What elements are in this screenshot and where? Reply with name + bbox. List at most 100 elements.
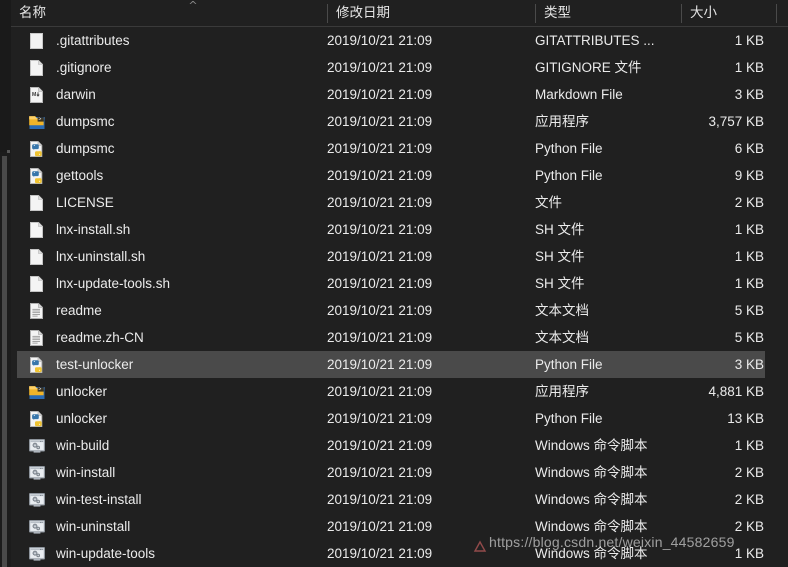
page-file-icon [28,221,46,239]
python-file-icon [28,167,46,185]
file-name-cell: win-install [56,465,116,480]
file-type-cell: Python File [535,168,603,183]
table-row[interactable]: unlocker 2019/10/21 21:09 Python File 13 KB [11,405,788,432]
column-header-date-modified[interactable]: 修改日期 [328,0,535,26]
file-name-cell: lnx-install.sh [56,222,131,237]
scrollbar-nub [7,150,10,153]
file-size-cell: 1 KB [734,33,764,48]
table-row[interactable]: LICENSE 2019/10/21 21:09 文件 2 KB [11,189,788,216]
file-type-cell: 文件 [535,195,562,210]
file-name-cell: test-unlocker [56,357,134,372]
table-row[interactable]: lnx-install.sh 2019/10/21 21:09 SH 文件 1 KB [11,216,788,243]
page-file-icon [28,275,46,293]
date-modified-cell: 2019/10/21 21:09 [327,33,433,48]
table-row[interactable]: test-unlocker 2019/10/21 21:09 Python File… [11,351,788,378]
date-modified-cell: 2019/10/21 21:09 [327,60,433,75]
file-type-cell: GITATTRIBUTES ... [535,33,655,48]
file-type-cell: GITIGNORE 文件 [535,60,642,75]
file-type-cell: SH 文件 [535,249,585,264]
batch-script-icon [28,464,46,482]
table-row[interactable]: .gitattributes 2019/10/21 21:09 GITATTRIBU… [11,27,788,54]
date-modified-cell: 2019/10/21 21:09 [327,249,433,264]
file-size-cell: 1 KB [734,60,764,75]
date-modified-cell: 2019/10/21 21:09 [327,384,433,399]
table-row[interactable]: > unlocker 2019/10/21 21:09 应用程序 4,881 KB [11,378,788,405]
file-type-cell: 文本文档 [535,303,589,318]
table-row[interactable]: lnx-update-tools.sh 2019/10/21 21:09 SH 文件… [11,270,788,297]
watermark-logo-icon [473,540,487,552]
file-size-cell: 1 KB [734,546,764,561]
date-modified-cell: 2019/10/21 21:09 [327,492,433,507]
table-row[interactable]: readme.zh-CN 2019/10/21 21:09 文本文档 5 KB [11,324,788,351]
table-row[interactable]: readme 2019/10/21 21:09 文本文档 5 KB [11,297,788,324]
date-modified-cell: 2019/10/21 21:09 [327,276,433,291]
svg-text:M: M [32,92,36,98]
table-row[interactable]: win-uninstall 2019/10/21 21:09 Windows 命令脚… [11,513,788,540]
date-modified-cell: 2019/10/21 21:09 [327,438,433,453]
text-document-icon [28,329,46,347]
table-row[interactable]: dumpsmc 2019/10/21 21:09 Python File 6 KB [11,135,788,162]
table-row[interactable]: win-update-tools 2019/10/21 21:09 Windows … [11,540,788,567]
file-type-cell: 文本文档 [535,330,589,345]
table-row[interactable]: lnx-uninstall.sh 2019/10/21 21:09 SH 文件 1 K… [11,243,788,270]
blank-file-icon [28,32,46,50]
date-modified-cell: 2019/10/21 21:09 [327,168,433,183]
column-header-size[interactable]: 大小 [682,0,776,26]
date-modified-cell: 2019/10/21 21:09 [327,357,433,372]
column-header-type[interactable]: 类型 [536,0,681,26]
file-name-cell: win-test-install [56,492,142,507]
table-row[interactable]: Mdarwin 2019/10/21 21:09 Markdown File 3 KB [11,81,788,108]
file-size-cell: 1 KB [734,222,764,237]
file-name-cell: gettools [56,168,104,183]
table-row[interactable]: .gitignore 2019/10/21 21:09 GITIGNORE 文件 1 … [11,54,788,81]
table-row[interactable]: win-install 2019/10/21 21:09 Windows 命令脚本 2… [11,459,788,486]
file-name-cell: win-update-tools [56,546,156,561]
file-type-cell: Windows 命令脚本 [535,492,648,507]
column-header-name[interactable]: 名称 [11,0,327,26]
file-name-cell: readme.zh-CN [56,330,144,345]
file-size-cell: 1 KB [734,438,764,453]
file-size-cell: 3,757 KB [708,114,764,129]
batch-script-icon [28,437,46,455]
python-file-icon [28,140,46,158]
file-type-cell: 应用程序 [535,384,589,399]
file-name-cell: win-build [56,438,110,453]
scrollbar-track-upper[interactable] [0,0,11,152]
vertical-scrollbar[interactable] [0,0,11,567]
file-name-cell: LICENSE [56,195,114,210]
date-modified-cell: 2019/10/21 21:09 [327,222,433,237]
date-modified-cell: 2019/10/21 21:09 [327,303,433,318]
file-name-cell: .gitignore [56,60,112,75]
page-file-icon [28,59,46,77]
date-modified-cell: 2019/10/21 21:09 [327,114,433,129]
page-file-icon [28,194,46,212]
file-size-cell: 2 KB [734,492,764,507]
file-size-cell: 6 KB [734,141,764,156]
file-type-cell: Markdown File [535,87,623,102]
file-type-cell: Windows 命令脚本 [535,438,648,453]
table-row[interactable]: win-build 2019/10/21 21:09 Windows 命令脚本 1 K… [11,432,788,459]
file-list: .gitattributes 2019/10/21 21:09 GITATTRIBU… [11,27,788,567]
file-size-cell: 5 KB [734,330,764,345]
table-row[interactable]: win-test-install 2019/10/21 21:09 Windows … [11,486,788,513]
batch-script-icon [28,518,46,536]
column-divider-4[interactable] [776,4,777,23]
file-size-cell: 2 KB [734,519,764,534]
file-size-cell: 3 KB [734,87,764,102]
file-size-cell: 3 KB [734,357,764,372]
file-size-cell: 2 KB [734,465,764,480]
table-row[interactable]: > dumpsmc 2019/10/21 21:09 应用程序 3,757 KB [11,108,788,135]
svg-text:>: > [38,386,41,392]
markdown-file-icon: M [28,86,46,104]
file-type-cell: SH 文件 [535,222,585,237]
table-row[interactable]: gettools 2019/10/21 21:09 Python File 9 KB [11,162,788,189]
scrollbar-thumb[interactable] [2,156,7,567]
file-type-cell: 应用程序 [535,114,589,129]
date-modified-cell: 2019/10/21 21:09 [327,87,433,102]
file-name-cell: unlocker [56,411,108,426]
application-exe-icon: > [28,113,46,131]
date-modified-cell: 2019/10/21 21:09 [327,141,433,156]
python-file-icon [28,410,46,428]
file-size-cell: 1 KB [734,276,764,291]
file-type-cell: Python File [535,357,603,372]
